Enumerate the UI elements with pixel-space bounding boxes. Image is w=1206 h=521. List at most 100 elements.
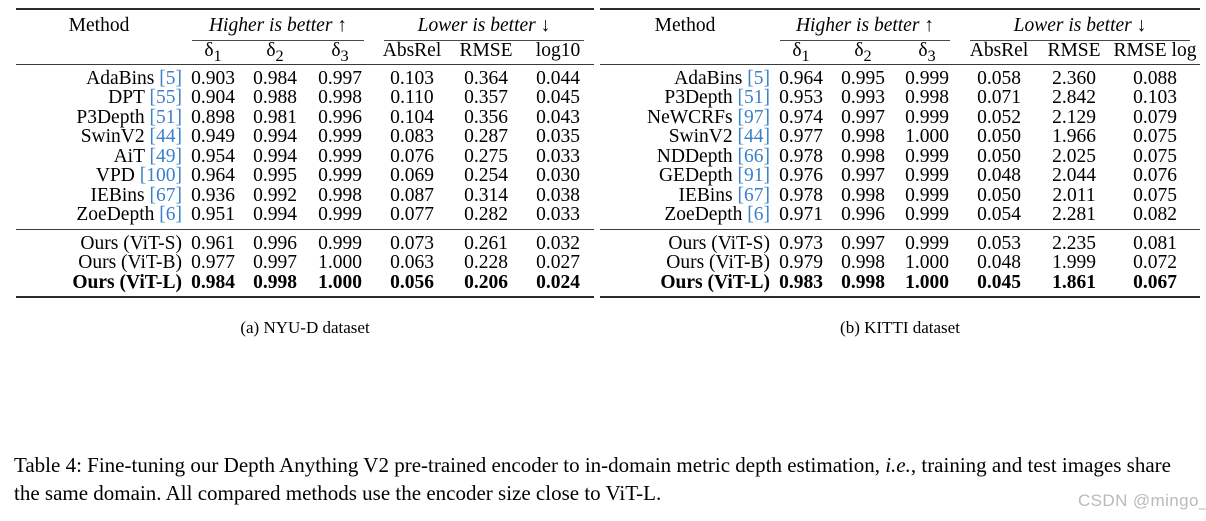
header-spacer — [16, 41, 182, 65]
row-value: 0.206 — [464, 271, 508, 293]
citation-link[interactable]: [97] — [738, 107, 771, 128]
row-value: 0.998 — [318, 184, 362, 206]
row-value: 0.949 — [191, 126, 235, 148]
table-row: AiT [49] 0.954 0.994 0.999 0.076 0.275 0.033 — [16, 147, 594, 167]
row-value: 0.999 — [905, 184, 949, 206]
header-delta1: δ1 — [182, 39, 244, 65]
row-value: 0.050 — [977, 145, 1021, 167]
row-value: 0.088 — [1133, 67, 1177, 89]
citation-link[interactable]: [5] — [747, 68, 770, 89]
table-row: IEBins [67] 0.936 0.992 0.998 0.087 0.314 0.03… — [16, 186, 594, 206]
row-value: 0.035 — [536, 126, 580, 148]
row-value: 0.261 — [464, 232, 508, 254]
subcaption-kitti: (b) KITTI dataset — [840, 318, 960, 338]
row-value: 0.044 — [536, 67, 580, 89]
header-log: RMSE log — [1113, 39, 1197, 61]
row-value: 2.025 — [1052, 145, 1096, 167]
row-value: 0.356 — [464, 106, 508, 128]
citation-link[interactable]: [51] — [738, 87, 771, 108]
table-row: Ours (ViT-L) 0.984 0.998 1.000 0.056 0.206 0.0… — [16, 273, 594, 293]
header-group-higher-label: Higher is better ↑ — [795, 15, 935, 36]
delta-sub: 3 — [927, 46, 936, 65]
delta-symbol: δ — [204, 39, 214, 61]
table-body-main-kitti: AdaBins [5] 0.964 0.995 0.999 0.058 2.360 0.08… — [600, 69, 1200, 225]
caption-label: Table 4: — [14, 453, 82, 477]
row-method: P3Depth [51] — [76, 106, 183, 128]
citation-link[interactable]: [5] — [159, 68, 182, 89]
row-method: NeWCRFs [97] — [647, 106, 771, 128]
row-value: 0.903 — [191, 67, 235, 89]
row-value: 0.076 — [1133, 165, 1177, 187]
citation-link[interactable]: [66] — [738, 146, 771, 167]
header-method: Method — [654, 15, 716, 36]
delta-symbol: δ — [918, 39, 928, 61]
table-row: Ours (ViT-L) 0.983 0.998 1.000 0.045 1.861 0.0… — [600, 273, 1200, 293]
row-value: 0.030 — [536, 165, 580, 187]
header-group-lower-label: Lower is better ↓ — [1013, 15, 1147, 36]
row-method: AiT [49] — [113, 145, 183, 167]
row-value: 0.364 — [464, 67, 508, 89]
row-value: 0.998 — [841, 252, 885, 274]
row-value: 2.235 — [1052, 232, 1096, 254]
citation-link[interactable]: [44] — [150, 126, 183, 147]
citation-link[interactable]: [6] — [159, 204, 182, 225]
row-value: 1.000 — [905, 252, 949, 274]
header-absrel: AbsRel — [382, 39, 442, 61]
citation-link[interactable]: [67] — [738, 185, 771, 206]
row-value: 0.075 — [1133, 184, 1177, 206]
citation-link[interactable]: [55] — [150, 87, 183, 108]
citation-link[interactable]: [6] — [747, 204, 770, 225]
metrics-table-nyu: Method Higher is better ↑ Lower is bette… — [16, 8, 594, 300]
header-delta3: δ3 — [306, 40, 374, 65]
metrics-table-kitti: Method Higher is better ↑ Lower is bette… — [600, 8, 1200, 300]
row-value: 0.954 — [191, 145, 235, 167]
citation-link[interactable]: [91] — [738, 165, 771, 186]
citation-link[interactable]: [49] — [150, 146, 183, 167]
row-value: 0.052 — [977, 106, 1021, 128]
row-value: 0.976 — [779, 165, 823, 187]
caption-part1: Fine-tuning our Depth Anything V2 pre-tr… — [81, 453, 886, 477]
row-value: 0.998 — [841, 145, 885, 167]
row-value: 0.999 — [905, 232, 949, 254]
row-value: 0.996 — [318, 106, 362, 128]
header-group-row: Method Higher is better ↑ Lower is bette… — [16, 16, 594, 41]
header-group-higher-label: Higher is better ↑ — [208, 15, 348, 36]
header-group-lower-label: Lower is better ↓ — [417, 15, 551, 36]
row-value: 0.045 — [977, 271, 1021, 293]
row-value: 0.998 — [253, 271, 297, 293]
row-value: 0.964 — [779, 67, 823, 89]
row-method: GEDepth [91] — [658, 165, 771, 187]
table-row: Ours (ViT-S) 0.973 0.997 0.999 0.053 2.235 0.0… — [600, 234, 1200, 254]
row-value: 2.129 — [1052, 106, 1096, 128]
citation-link[interactable]: [100] — [140, 165, 182, 186]
delta-symbol: δ — [792, 39, 802, 61]
row-value: 0.104 — [390, 106, 434, 128]
table-row: P3Depth [51] 0.953 0.993 0.998 0.071 2.842 0.1… — [600, 88, 1200, 108]
row-method: SwinV2 [44] — [80, 126, 183, 148]
header-group-lower: Lower is better ↓ — [374, 16, 594, 41]
row-value: 0.075 — [1133, 126, 1177, 148]
row-value: 0.103 — [390, 67, 434, 89]
row-value: 0.043 — [536, 106, 580, 128]
table-block-kitti: Method Higher is better ↑ Lower is bette… — [600, 8, 1200, 338]
row-value: 0.073 — [390, 232, 434, 254]
table-row: AdaBins [5] 0.964 0.995 0.999 0.058 2.360 0.08… — [600, 69, 1200, 89]
citation-link[interactable]: [51] — [150, 107, 183, 128]
citation-link[interactable]: [67] — [150, 185, 183, 206]
row-method: IEBins [67] — [90, 184, 183, 206]
row-value: 1.966 — [1052, 126, 1096, 148]
row-value: 0.048 — [977, 165, 1021, 187]
header-group-higher: Higher is better ↑ — [182, 16, 374, 41]
row-value: 0.032 — [536, 232, 580, 254]
row-value: 0.282 — [464, 204, 508, 226]
row-value: 0.999 — [318, 204, 362, 226]
table-row: NeWCRFs [97] 0.974 0.997 0.999 0.052 2.129 0.0… — [600, 108, 1200, 128]
header-group-row: Method Higher is better ↑ Lower is bette… — [600, 16, 1200, 41]
citation-link[interactable]: [44] — [738, 126, 771, 147]
row-method: Ours (ViT-S) — [668, 232, 770, 254]
row-value: 0.103 — [1133, 87, 1177, 109]
row-value: 1.000 — [318, 252, 362, 274]
row-value: 0.977 — [779, 126, 823, 148]
row-value: 0.024 — [536, 271, 580, 293]
row-value: 0.998 — [841, 184, 885, 206]
